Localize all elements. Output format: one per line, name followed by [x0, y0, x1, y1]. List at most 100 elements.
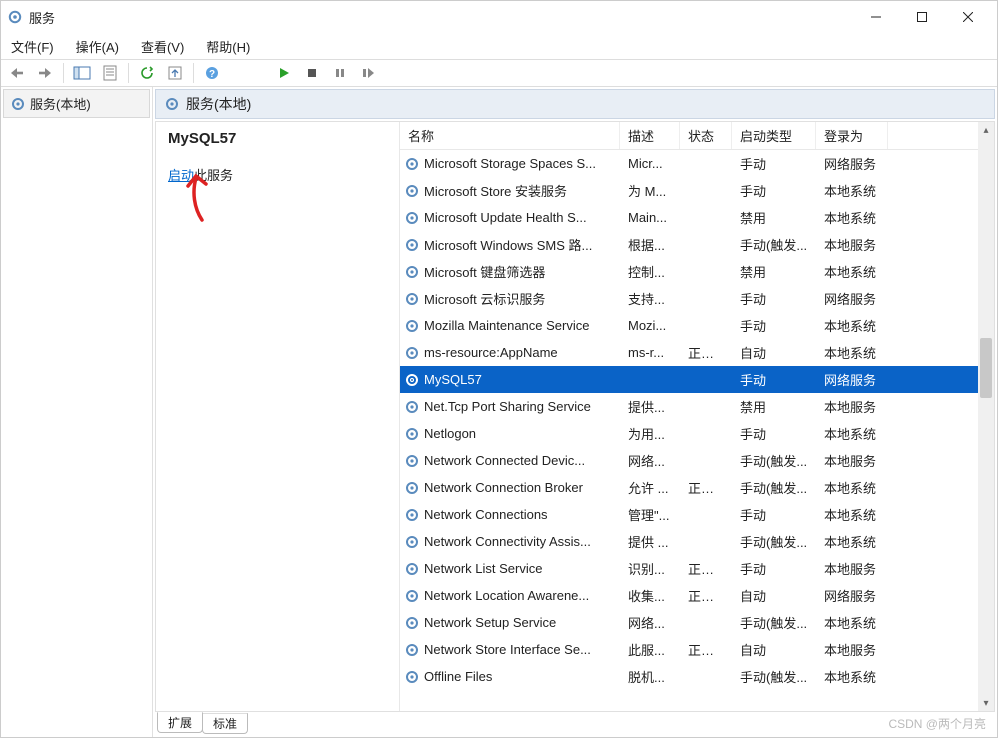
service-row[interactable]: Netlogon为用...手动本地系统: [400, 420, 978, 447]
col-name[interactable]: 名称: [400, 122, 620, 149]
service-row[interactable]: Microsoft 键盘筛选器 控制... 禁用本地系统: [400, 258, 978, 285]
service-startup: 自动: [732, 638, 816, 661]
service-row[interactable]: Microsoft 云标识服务支持...手动网络服务: [400, 285, 978, 312]
service-row[interactable]: Mozilla Maintenance ServiceMozi...手动本地系统: [400, 312, 978, 339]
service-row[interactable]: Microsoft Storage Spaces S...Micr...手动网络…: [400, 150, 978, 177]
service-name: Net.Tcp Port Sharing Service: [424, 399, 591, 414]
service-desc: 允许 ...: [620, 476, 680, 499]
tree-item-services-local[interactable]: 服务(本地): [3, 89, 150, 118]
service-list[interactable]: 名称 描述 状态 启动类型 登录为 Microsoft Storage Spac…: [400, 122, 994, 711]
col-logon[interactable]: 登录为: [816, 122, 888, 149]
service-startup: 手动: [732, 422, 816, 445]
col-desc[interactable]: 描述: [620, 122, 680, 149]
service-row[interactable]: Network Connected Devic...网络...手动(触发...本…: [400, 447, 978, 474]
service-status: 正在...: [680, 638, 732, 661]
tab-extended[interactable]: 扩展: [157, 712, 203, 733]
col-startup[interactable]: 启动类型: [732, 122, 816, 149]
services-window: 服务 文件(F) 操作(A) 查看(V) 帮助(H) ? 服务(本地): [0, 0, 998, 738]
service-desc: ms-r...: [620, 343, 680, 362]
menu-action[interactable]: 操作(A): [74, 35, 121, 58]
restart-service-button[interactable]: [356, 62, 380, 84]
service-name: Network List Service: [424, 561, 542, 576]
service-row[interactable]: Network Connections管理"...手动本地系统: [400, 501, 978, 528]
gear-icon: [404, 561, 420, 577]
app-gear-icon: [7, 9, 23, 25]
service-name: Network Connectivity Assis...: [424, 534, 591, 549]
maximize-button[interactable]: [899, 2, 945, 32]
console-tree[interactable]: 服务(本地): [1, 87, 153, 737]
scroll-up-icon[interactable]: ▴: [978, 122, 994, 138]
menu-file[interactable]: 文件(F): [9, 35, 56, 58]
service-startup: 自动: [732, 341, 816, 364]
col-status[interactable]: 状态: [680, 122, 732, 149]
service-startup: 禁用: [732, 260, 816, 283]
gear-icon: [164, 96, 180, 112]
scroll-thumb[interactable]: [980, 338, 992, 398]
service-status: 正在...: [680, 584, 732, 607]
service-startup: 禁用: [732, 395, 816, 418]
service-row[interactable]: ms-resource:AppNamems-r...正在...自动本地系统: [400, 339, 978, 366]
service-logon: 网络服务: [816, 287, 888, 310]
service-desc: 管理"...: [620, 503, 680, 526]
gear-icon: [404, 642, 420, 658]
service-logon: 本地系统: [816, 260, 888, 283]
service-row[interactable]: Microsoft Store 安装服务为 M...手动本地系统: [400, 177, 978, 204]
service-status: [680, 243, 732, 247]
start-service-button[interactable]: [272, 62, 296, 84]
service-startup: 手动: [732, 368, 816, 391]
pane-title: 服务(本地): [186, 94, 251, 114]
service-name: Microsoft 键盘筛选器: [424, 262, 545, 281]
service-logon: 网络服务: [816, 152, 888, 175]
service-startup: 手动: [732, 287, 816, 310]
list-header-row[interactable]: 名称 描述 状态 启动类型 登录为: [400, 122, 978, 150]
service-logon: 本地服务: [816, 638, 888, 661]
service-startup: 手动(触发...: [732, 611, 816, 634]
service-row[interactable]: MySQL57手动网络服务: [400, 366, 978, 393]
properties-button[interactable]: [98, 62, 122, 84]
service-row[interactable]: Network Connection Broker允许 ...正在...手动(触…: [400, 474, 978, 501]
refresh-button[interactable]: [135, 62, 159, 84]
service-name: Microsoft Windows SMS 路...: [424, 235, 592, 254]
service-row[interactable]: Network Location Awarene...收集...正在...自动网…: [400, 582, 978, 609]
forward-button[interactable]: [33, 62, 57, 84]
service-row[interactable]: Network Connectivity Assis...提供 ...手动(触发…: [400, 528, 978, 555]
service-startup: 手动(触发...: [732, 449, 816, 472]
service-row[interactable]: Net.Tcp Port Sharing Service提供...禁用本地服务: [400, 393, 978, 420]
menu-view[interactable]: 查看(V): [139, 35, 186, 58]
service-desc: 提供...: [620, 395, 680, 418]
scroll-down-icon[interactable]: ▾: [978, 695, 994, 711]
service-row[interactable]: Microsoft Windows SMS 路...根据...手动(触发...本…: [400, 231, 978, 258]
tab-standard[interactable]: 标准: [202, 713, 248, 734]
gear-icon: [404, 291, 420, 307]
service-row[interactable]: Network List Service识别...正在...手动本地服务: [400, 555, 978, 582]
export-list-button[interactable]: [163, 62, 187, 84]
gear-icon: [404, 372, 420, 388]
gear-icon: [404, 210, 420, 226]
gear-icon: [404, 399, 420, 415]
service-desc: 控制...: [620, 260, 680, 283]
service-status: 正在...: [680, 341, 732, 364]
back-button[interactable]: [5, 62, 29, 84]
gear-icon: [10, 96, 26, 112]
service-row[interactable]: Network Store Interface Se...此服...正在...自…: [400, 636, 978, 663]
service-row[interactable]: Network Setup Service网络...手动(触发...本地系统: [400, 609, 978, 636]
vertical-scrollbar[interactable]: ▴ ▾: [978, 122, 994, 711]
title-bar[interactable]: 服务: [1, 1, 997, 33]
service-row[interactable]: Offline Files脱机...手动(触发...本地系统: [400, 663, 978, 690]
help-button[interactable]: ?: [200, 62, 224, 84]
pause-service-button[interactable]: [328, 62, 352, 84]
details-pane: MySQL57 启动此服务: [156, 122, 400, 711]
start-service-link[interactable]: 启动: [168, 168, 194, 183]
minimize-button[interactable]: [853, 2, 899, 32]
close-button[interactable]: [945, 2, 991, 32]
gear-icon: [404, 264, 420, 280]
service-status: [680, 405, 732, 409]
stop-service-button[interactable]: [300, 62, 324, 84]
show-hide-tree-button[interactable]: [70, 62, 94, 84]
menu-help[interactable]: 帮助(H): [204, 35, 252, 58]
service-startup: 手动: [732, 503, 816, 526]
scroll-track[interactable]: [978, 138, 994, 695]
gear-icon: [404, 669, 420, 685]
service-logon: 本地服务: [816, 557, 888, 580]
service-row[interactable]: Microsoft Update Health S...Main...禁用本地系…: [400, 204, 978, 231]
